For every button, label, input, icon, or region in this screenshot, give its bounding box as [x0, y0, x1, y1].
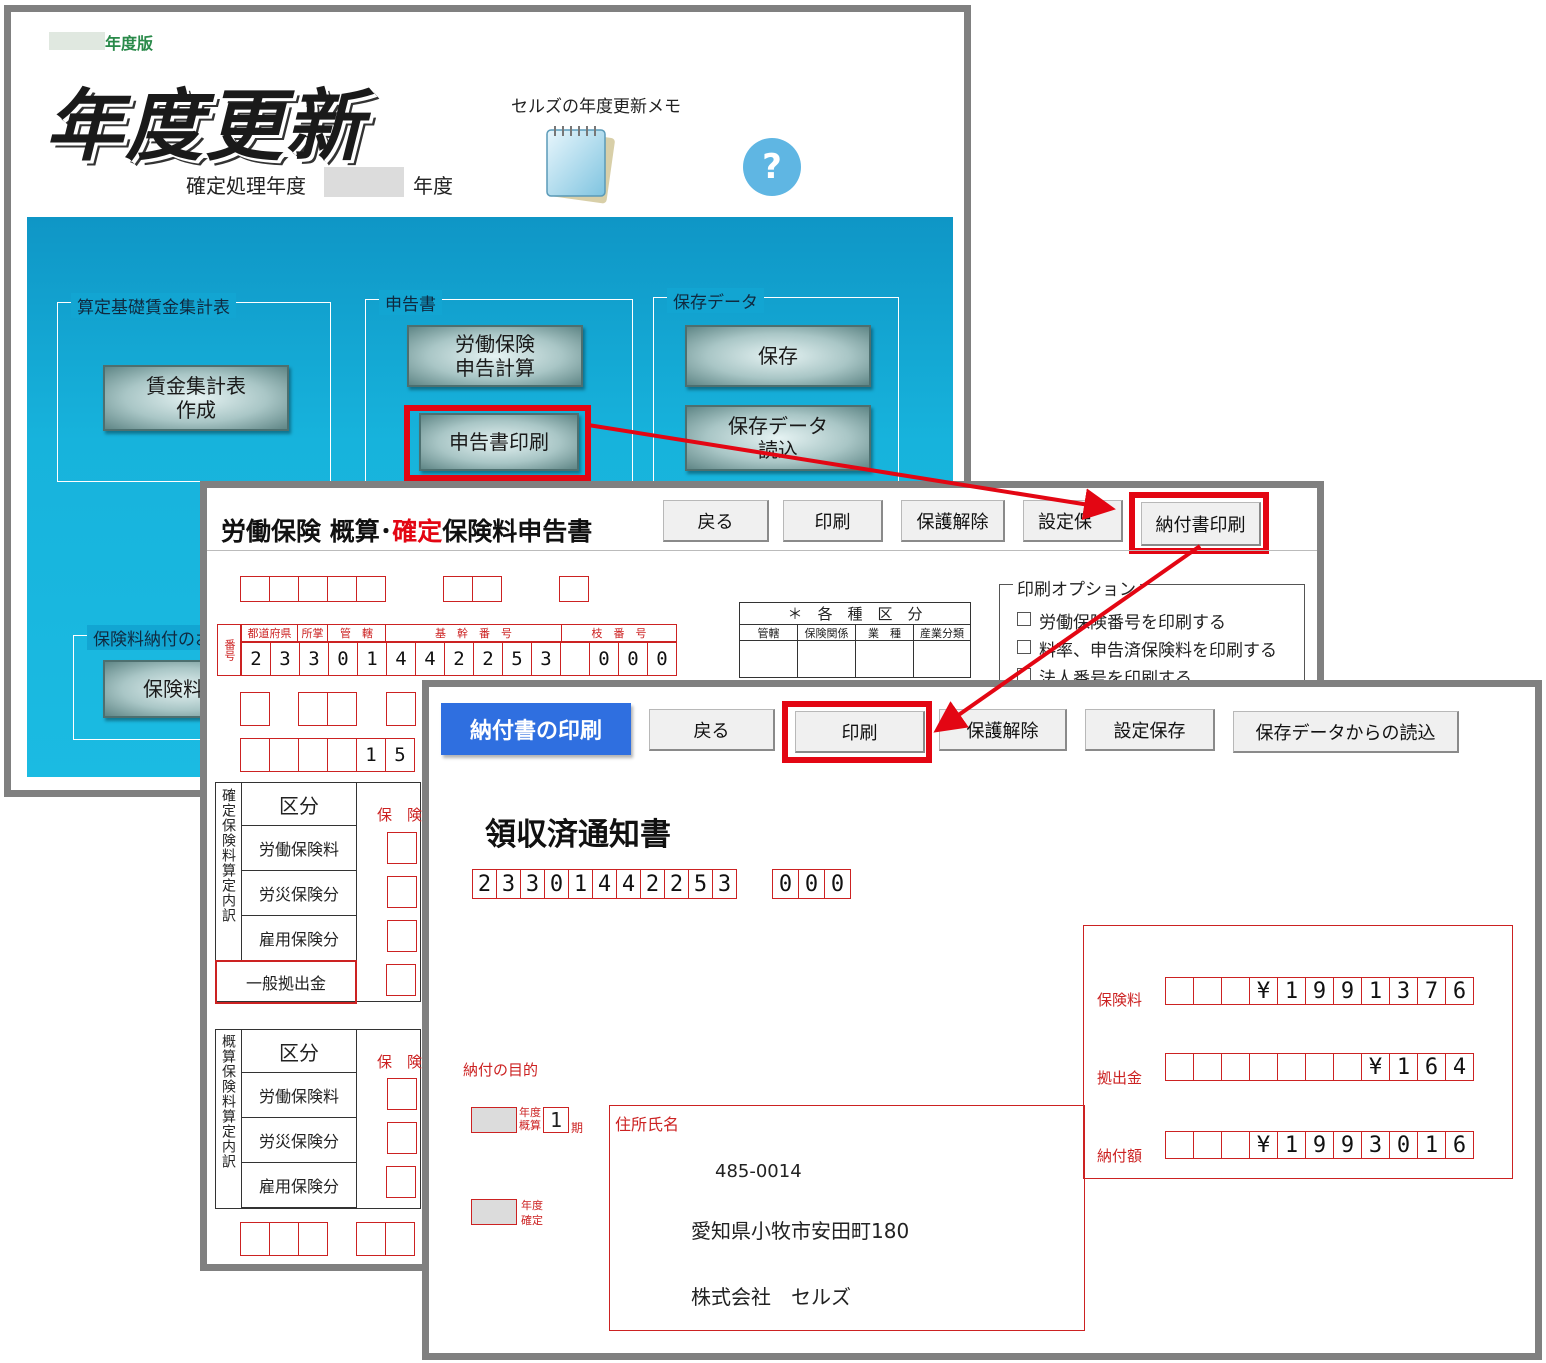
flow-arrows	[587, 423, 1202, 733]
arrow-to-payment-slip	[587, 423, 1116, 521]
arrow-to-payment-print	[933, 544, 1202, 733]
